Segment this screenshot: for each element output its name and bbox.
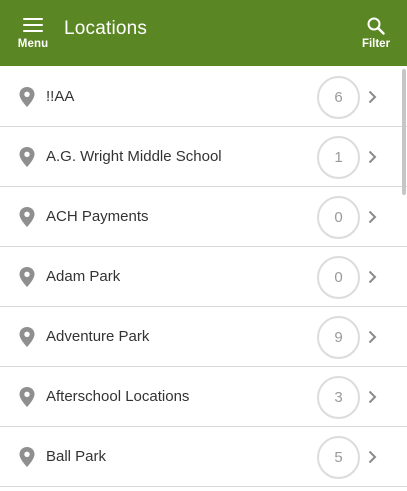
app-header: Menu Locations Filter: [0, 0, 407, 66]
page-title: Locations: [64, 18, 148, 39]
count-badge: 5: [317, 436, 360, 479]
menu-label: Menu: [17, 38, 49, 50]
chevron-right-icon: [368, 390, 377, 404]
location-name: Adam Park: [46, 268, 121, 285]
list-item[interactable]: ACH Payments 0: [0, 187, 407, 247]
location-name: A.G. Wright Middle School: [46, 148, 222, 165]
list-item[interactable]: !!AA 6: [0, 67, 407, 127]
count-badge: 9: [317, 316, 360, 359]
count-badge: 0: [317, 256, 360, 299]
filter-label: Filter: [361, 38, 391, 50]
map-pin-icon: [19, 447, 35, 467]
filter-button[interactable]: Filter: [353, 10, 399, 54]
map-pin-icon: [19, 207, 35, 227]
chevron-right-icon: [368, 150, 377, 164]
chevron-right-icon: [368, 330, 377, 344]
chevron-right-icon: [368, 90, 377, 104]
location-name: ACH Payments: [46, 208, 149, 225]
chevron-right-icon: [368, 270, 377, 284]
list-item[interactable]: Afterschool Locations 3: [0, 367, 407, 427]
hamburger-icon: [23, 17, 43, 33]
map-pin-icon: [19, 147, 35, 167]
list-item[interactable]: Ball Park 5: [0, 427, 407, 487]
count-badge: 3: [317, 376, 360, 419]
map-pin-icon: [19, 87, 35, 107]
location-name: !!AA: [46, 88, 75, 105]
location-name: Ball Park: [46, 448, 107, 465]
chevron-right-icon: [368, 450, 377, 464]
search-icon: [367, 17, 385, 35]
chevron-right-icon: [368, 210, 377, 224]
count-badge: 1: [317, 136, 360, 179]
locations-list: !!AA 6 A.G. Wright Middle School 1 ACH P…: [0, 67, 407, 487]
list-item[interactable]: Adam Park 0: [0, 247, 407, 307]
map-pin-icon: [19, 327, 35, 347]
count-badge: 0: [317, 196, 360, 239]
list-item[interactable]: A.G. Wright Middle School 1: [0, 127, 407, 187]
count-badge: 6: [317, 76, 360, 119]
app-window: Menu Locations Filter !!AA 6 A.G. Wright…: [0, 0, 407, 491]
menu-button[interactable]: Menu: [10, 10, 56, 54]
location-name: Afterschool Locations: [46, 388, 190, 405]
scrollbar-thumb[interactable]: [402, 69, 406, 195]
map-pin-icon: [19, 267, 35, 287]
list-item[interactable]: Adventure Park 9: [0, 307, 407, 367]
location-name: Adventure Park: [46, 328, 150, 345]
map-pin-icon: [19, 387, 35, 407]
